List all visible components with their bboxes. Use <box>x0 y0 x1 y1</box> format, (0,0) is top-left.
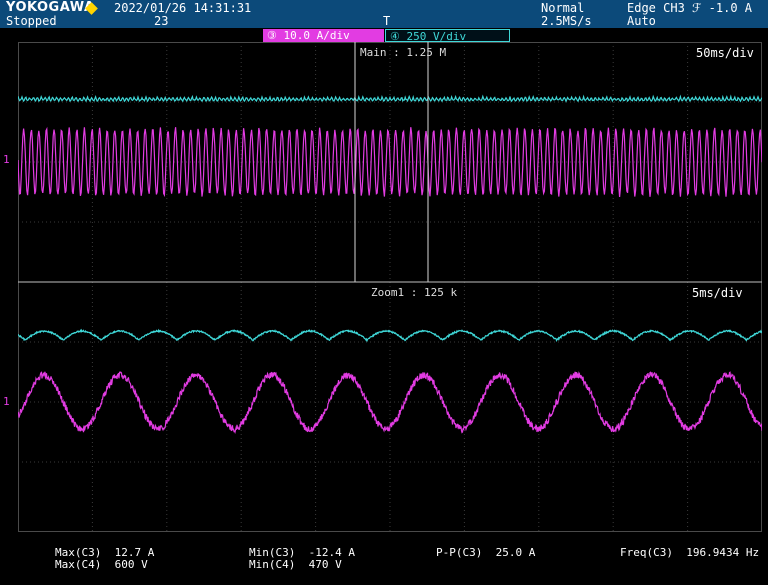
meas-max-c3: Max(C3) 12.7 A <box>55 546 155 559</box>
ch4-trace-main <box>18 94 762 103</box>
zoom-window-label: Zoom1 : 125 k <box>371 286 458 299</box>
main-timebase: 50ms/div <box>696 46 754 60</box>
date-time: 2022/01/26 14:31:31 <box>114 1 252 15</box>
ch3-ground-marker-main[interactable]: 1 <box>3 153 10 166</box>
ch3-scale-badge[interactable]: ③ 10.0 A/div <box>263 29 384 42</box>
acquisition-status: Stopped <box>6 14 57 28</box>
meas-max-c4: Max(C4) 600 V <box>55 558 148 571</box>
meas-pp-c3: P-P(C3) 25.0 A <box>436 546 536 559</box>
main-window-waveforms <box>18 94 762 198</box>
brand-diamond-icon <box>85 2 98 16</box>
trigger-auto: Auto <box>627 14 656 28</box>
status-bar: YOKOGAWA Stopped 2022/01/26 14:31:31 23 … <box>0 0 768 28</box>
ch4-trace-zoom <box>18 328 762 343</box>
meas-min-c3: Min(C3) -12.4 A <box>249 546 355 559</box>
ch4-scale-badge[interactable]: ④ 250 V/div <box>385 29 510 43</box>
main-window-label: Main : 1.25 M <box>360 46 447 59</box>
zoom-timebase: 5ms/div <box>692 286 743 300</box>
trigger-position-icon: T <box>383 14 391 28</box>
sample-rate: 2.5MS/s <box>541 14 592 28</box>
brand-logo: YOKOGAWA <box>6 0 95 15</box>
meas-min-c4: Min(C4) 470 V <box>249 558 342 571</box>
zoom-window-waveforms <box>18 328 762 435</box>
meas-freq-c3: Freq(C3) 196.9434 Hz <box>620 546 760 559</box>
ch3-ground-marker-zoom[interactable]: 1 <box>3 395 10 408</box>
acquisition-count: 23 <box>154 14 169 28</box>
